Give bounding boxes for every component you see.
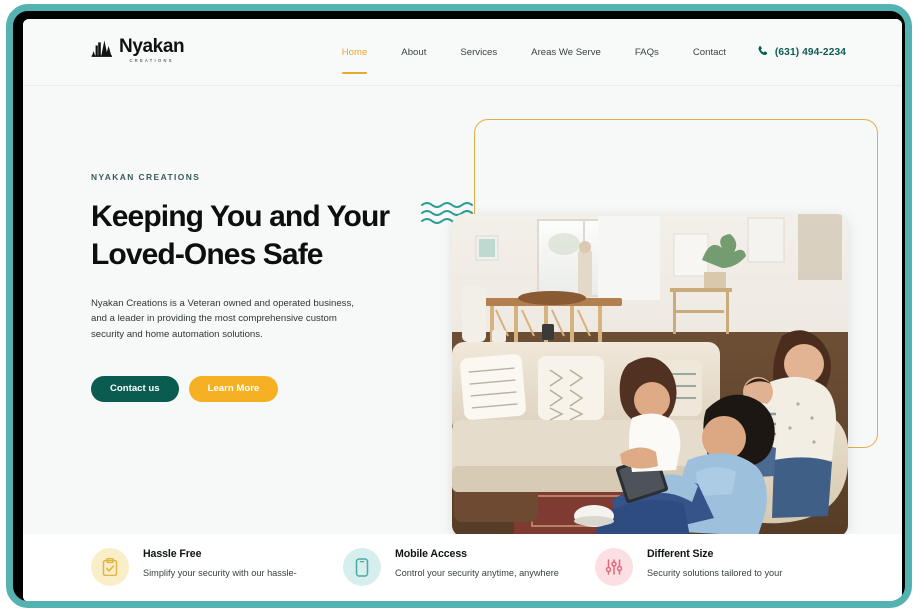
feature-title: Mobile Access <box>395 548 467 560</box>
logo-wordmark: Nyakan <box>119 36 185 57</box>
browser-viewport: Nyakan CREATIONS Home About Services Are… <box>23 19 902 601</box>
nav-item-contact[interactable]: Contact <box>676 19 743 86</box>
hero-visual <box>406 86 886 534</box>
site-logo[interactable]: Nyakan CREATIONS <box>91 36 185 63</box>
header-phone-link[interactable]: (631) 494-2234 <box>757 44 846 62</box>
mountain-skyline-icon <box>91 38 117 63</box>
learn-more-button[interactable]: Learn More <box>188 376 279 403</box>
device-frame: Nyakan CREATIONS Home About Services Are… <box>6 4 912 608</box>
page-title: Keeping You and Your Loved-Ones Safe <box>91 200 390 271</box>
nav-item-services[interactable]: Services <box>443 19 514 86</box>
feature-card-different-size[interactable]: Different Size Security solutions tailor… <box>595 546 847 586</box>
hero-eyebrow: NYAKAN CREATIONS <box>91 172 201 182</box>
feature-title: Hassle Free <box>143 548 202 560</box>
nav-item-about[interactable]: About <box>384 19 443 86</box>
features-section: Hassle Free Simplify your security with … <box>23 534 902 601</box>
mobile-phone-icon <box>343 548 381 586</box>
hero-actions: Contact us Learn More <box>91 376 411 403</box>
hero-copy-block: NYAKAN CREATIONS Keeping You and Your Lo… <box>91 172 411 403</box>
sliders-icon <box>595 548 633 586</box>
hero-section: NYAKAN CREATIONS Keeping You and Your Lo… <box>23 86 902 534</box>
features-row: Hassle Free Simplify your security with … <box>23 546 902 586</box>
nav-item-areas-we-serve[interactable]: Areas We Serve <box>514 19 618 86</box>
logo-subtitle: CREATIONS <box>129 58 174 63</box>
nav-item-faqs[interactable]: FAQs <box>618 19 676 86</box>
hero-paragraph: Nyakan Creations is a Veteran owned and … <box>91 297 354 340</box>
phone-icon <box>757 44 769 62</box>
hero-photo <box>452 214 848 534</box>
feature-card-hassle-free[interactable]: Hassle Free Simplify your security with … <box>91 546 343 586</box>
phone-number: (631) 494-2234 <box>774 47 846 58</box>
feature-description: Security solutions tailored to your <box>647 568 783 578</box>
feature-description: Control your security anytime, anywhere <box>395 568 559 578</box>
nav-item-home[interactable]: Home <box>325 19 385 86</box>
clipboard-check-icon <box>91 548 129 586</box>
feature-description: Simplify your security with our hassle- <box>143 568 297 578</box>
feature-card-mobile-access[interactable]: Mobile Access Control your security anyt… <box>343 546 595 586</box>
site-header: Nyakan CREATIONS Home About Services Are… <box>23 19 902 86</box>
contact-us-button[interactable]: Contact us <box>91 376 179 403</box>
feature-title: Different Size <box>647 548 714 560</box>
main-navigation: Home About Services Areas We Serve FAQs … <box>325 19 846 86</box>
